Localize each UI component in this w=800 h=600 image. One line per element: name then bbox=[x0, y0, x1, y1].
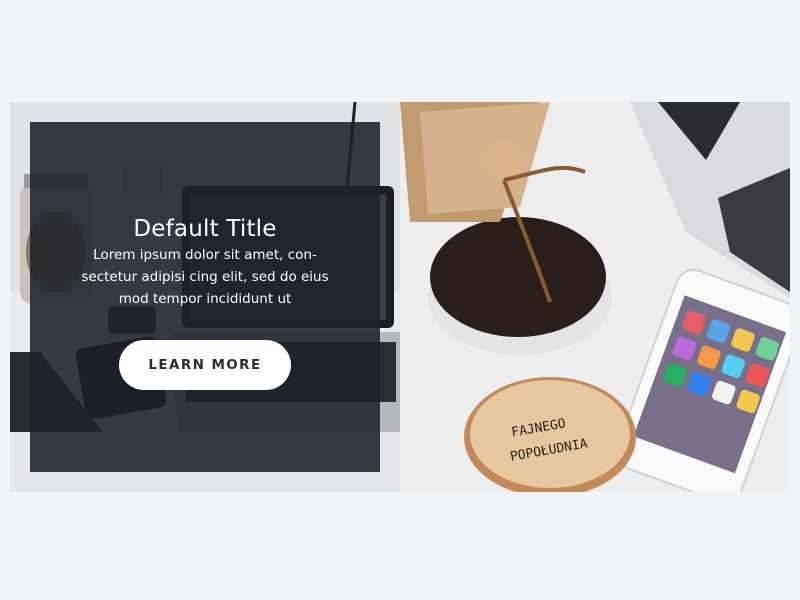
hero-body-text: Lorem ipsum dolor sit amet, con-sectetur… bbox=[81, 247, 329, 307]
learn-more-button[interactable]: LEARN MORE bbox=[119, 340, 291, 390]
hero-overlay-card: Default Title Lorem ipsum dolor sit amet… bbox=[30, 122, 380, 472]
hero-title: Default Title bbox=[133, 216, 277, 242]
coffee-desk-photo: FAJNEGO POPOŁUDNIA bbox=[400, 102, 790, 492]
hero-banner: FAJNEGO POPOŁUDNIA Default Title Lorem i… bbox=[10, 102, 790, 492]
